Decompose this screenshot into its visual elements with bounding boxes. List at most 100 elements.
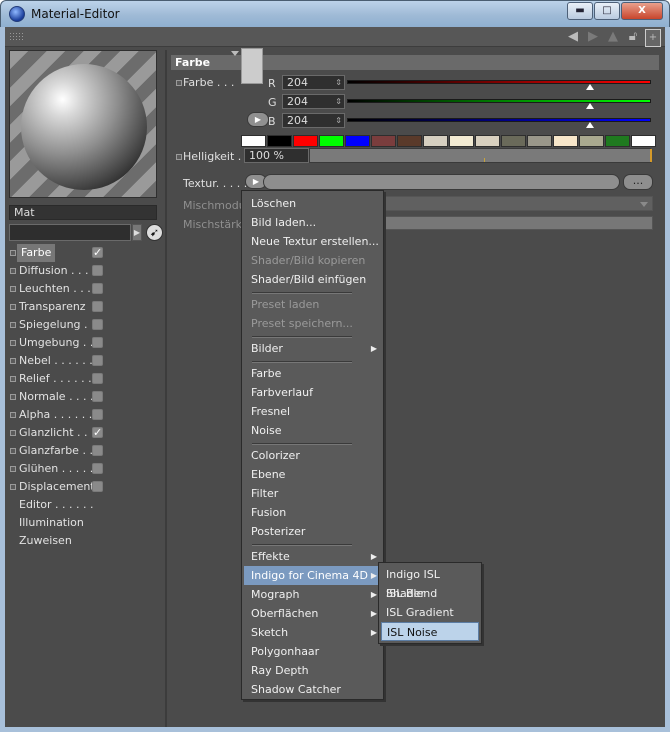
menu-item[interactable]: Bild laden...	[244, 213, 381, 232]
close-button[interactable]: X	[621, 2, 663, 20]
texture-browse-button[interactable]: ...	[623, 174, 653, 190]
grip-icon[interactable]	[9, 32, 23, 42]
channel-checkbox[interactable]: ✓	[92, 247, 103, 258]
channel-checkbox[interactable]: ✓	[92, 427, 103, 438]
channel-b-slider[interactable]	[347, 118, 651, 122]
channel-checkbox[interactable]	[92, 391, 103, 402]
channel-checkbox[interactable]	[92, 355, 103, 366]
menu-item[interactable]: Filter	[244, 484, 381, 503]
channel-item[interactable]: Nebel . . . . . .	[9, 352, 161, 370]
link-arrow-icon[interactable]: ▶	[132, 224, 142, 241]
palette-swatch[interactable]	[293, 135, 318, 147]
channel-item[interactable]: Farbe ✓	[9, 244, 161, 262]
channel-item[interactable]: Glanzfarbe . .	[9, 442, 161, 460]
material-name-field[interactable]: Mat	[9, 205, 157, 220]
submenu-item[interactable]: Indigo ISL Shader	[381, 565, 479, 600]
menu-item[interactable]: Mograph ▶	[244, 585, 381, 604]
slider-marker-icon[interactable]	[586, 122, 595, 128]
palette-swatch[interactable]	[449, 135, 474, 147]
menu-item[interactable]: Colorizer	[244, 446, 381, 465]
channel-r-slider[interactable]	[347, 80, 651, 84]
animation-dot-icon[interactable]	[176, 154, 182, 160]
spin-arrows-icon[interactable]: ⇕	[335, 76, 342, 89]
channel-r-input[interactable]: 204 ⇕	[282, 75, 345, 90]
menu-item[interactable]: Sketch ▶	[244, 623, 381, 642]
channel-checkbox[interactable]	[92, 409, 103, 420]
palette-swatch[interactable]	[423, 135, 448, 147]
brightness-handle[interactable]	[650, 149, 652, 162]
menu-item[interactable]: Löschen	[244, 194, 381, 213]
spin-arrows-icon[interactable]: ⇕	[335, 114, 342, 127]
submenu-item[interactable]: ISL Blend	[381, 584, 479, 603]
channel-checkbox[interactable]	[92, 301, 103, 312]
menu-item[interactable]: Shader/Bild einfügen	[244, 270, 381, 289]
menu-item[interactable]: Ray Depth	[244, 661, 381, 680]
maximize-button[interactable]: □	[594, 2, 620, 20]
slider-marker-icon[interactable]	[586, 84, 595, 90]
back-arrow-icon[interactable]: ◀	[565, 29, 581, 47]
palette-swatch[interactable]	[371, 135, 396, 147]
mix-strength-slider[interactable]	[381, 216, 653, 230]
palette-swatch[interactable]	[345, 135, 370, 147]
mix-mode-dropdown[interactable]	[381, 196, 653, 211]
color-swatch[interactable]	[241, 48, 263, 84]
channel-item[interactable]: Illumination	[9, 514, 161, 532]
menu-item[interactable]: Posterizer	[244, 522, 381, 541]
channel-b-input[interactable]: 204 ⇕	[282, 113, 345, 128]
menu-item[interactable]: Oberflächen ▶	[244, 604, 381, 623]
picker-icon[interactable]: ➹	[146, 224, 163, 241]
brightness-input[interactable]: 100 %	[244, 148, 309, 163]
channel-checkbox[interactable]	[92, 319, 103, 330]
palette-swatch[interactable]	[267, 135, 292, 147]
channel-checkbox[interactable]	[92, 283, 103, 294]
menu-item[interactable]: Polygonhaar	[244, 642, 381, 661]
channel-item[interactable]: Leuchten . . . .	[9, 280, 161, 298]
lock-icon[interactable]: 🔓︎	[625, 29, 641, 47]
up-arrow-icon[interactable]: ▲	[605, 29, 621, 47]
channel-item[interactable]: Zuweisen	[9, 532, 161, 550]
channel-item[interactable]: Spiegelung . .	[9, 316, 161, 334]
channel-item[interactable]: Relief . . . . . .	[9, 370, 161, 388]
palette-swatch[interactable]	[605, 135, 630, 147]
palette-swatch[interactable]	[527, 135, 552, 147]
spin-arrows-icon[interactable]: ⇕	[335, 95, 342, 108]
menu-item[interactable]: Farbverlauf	[244, 383, 381, 402]
channel-item[interactable]: Editor . . . . . .	[9, 496, 161, 514]
palette-swatch[interactable]	[319, 135, 344, 147]
channel-checkbox[interactable]	[92, 463, 103, 474]
channel-g-input[interactable]: 204 ⇕	[282, 94, 345, 109]
animation-dot-icon[interactable]	[176, 80, 182, 86]
menu-item[interactable]: Fusion	[244, 503, 381, 522]
submenu-item[interactable]: ISL Gradient	[381, 603, 479, 622]
channel-g-slider[interactable]	[347, 99, 651, 103]
channel-item[interactable]: Normale . . . .	[9, 388, 161, 406]
menu-item[interactable]: Bilder ▶	[244, 339, 381, 358]
slider-marker-icon[interactable]	[586, 103, 595, 109]
menu-item[interactable]: Effekte ▶	[244, 547, 381, 566]
palette-swatch[interactable]	[501, 135, 526, 147]
menu-item[interactable]: Noise	[244, 421, 381, 440]
link-input[interactable]	[9, 224, 131, 241]
channel-item[interactable]: Diffusion . . . .	[9, 262, 161, 280]
channel-checkbox[interactable]	[92, 445, 103, 456]
color-mode-button[interactable]: ▶	[247, 112, 269, 127]
channel-checkbox[interactable]	[92, 337, 103, 348]
submenu-item[interactable]: ISL Noise	[381, 622, 479, 641]
channel-item[interactable]: Alpha . . . . . .	[9, 406, 161, 424]
forward-arrow-icon[interactable]: ▶	[585, 29, 601, 47]
new-window-icon[interactable]: +	[645, 29, 661, 47]
palette-swatch[interactable]	[397, 135, 422, 147]
palette-swatch[interactable]	[631, 135, 656, 147]
channel-checkbox[interactable]	[92, 481, 103, 492]
channel-item[interactable]: Glanzlicht . . . ✓	[9, 424, 161, 442]
texture-field[interactable]	[263, 174, 620, 190]
menu-item[interactable]: Shadow Catcher	[244, 680, 381, 699]
brightness-slider[interactable]	[309, 148, 651, 163]
channel-item[interactable]: Transparenz	[9, 298, 161, 316]
material-preview[interactable]	[9, 50, 157, 198]
channel-checkbox[interactable]	[92, 373, 103, 384]
channel-item[interactable]: Displacement	[9, 478, 161, 496]
palette-swatch[interactable]	[553, 135, 578, 147]
minimize-button[interactable]: ▬	[567, 2, 593, 20]
menu-item[interactable]: Fresnel	[244, 402, 381, 421]
